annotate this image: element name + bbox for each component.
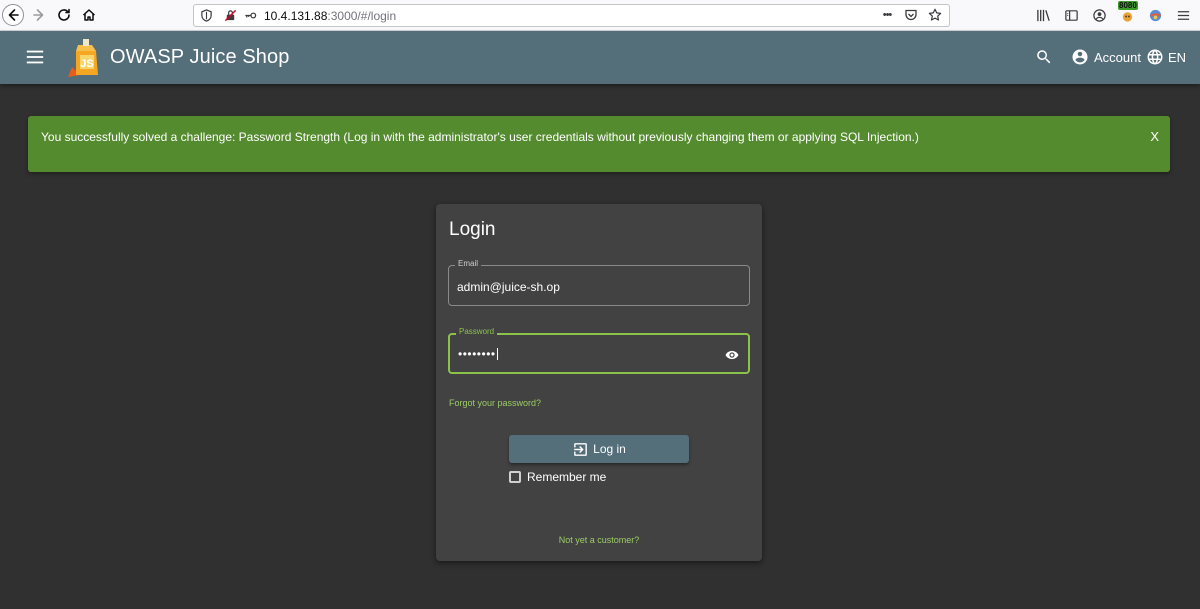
email-value[interactable]: admin@juice-sh.op [457,280,560,294]
library-icon[interactable] [1035,5,1052,25]
insecure-lock-icon[interactable] [222,8,238,24]
language-label: EN [1168,49,1187,65]
forward-button[interactable] [28,4,50,26]
juice-shop-logo[interactable]: JS [66,37,106,79]
search-button[interactable] [1033,46,1055,68]
password-label: Password [456,327,498,336]
language-button[interactable]: EN [1146,46,1186,68]
addon-icon[interactable] [1147,5,1164,25]
arrow-left-icon [8,9,19,21]
login-card: Login Email admin@juice-sh.op Password •… [436,204,762,561]
svg-text:JS: JS [80,58,93,70]
side-menu-icon[interactable] [24,46,46,68]
shield-icon[interactable] [198,8,214,24]
login-button-label: Log in [593,442,626,456]
forgot-password-link[interactable]: Forgot your password? [449,398,541,408]
account-circle-icon [1072,49,1088,65]
account-circle-icon[interactable] [1091,5,1108,25]
text-caret [496,348,498,360]
globe-icon [1147,49,1163,65]
password-value: •••••••• [458,347,496,361]
bookmark-star-icon[interactable] [927,7,943,23]
login-button[interactable]: Log in [509,435,689,463]
remember-me-checkbox[interactable]: Remember me [509,470,606,484]
checkbox-box[interactable] [509,471,521,483]
url-bar[interactable]: 10.4.131.88:3000/#/login ••• [193,4,950,27]
url-text[interactable]: 10.4.131.88:3000/#/login [264,9,396,23]
password-field[interactable]: Password •••••••• [448,327,750,374]
login-title: Login [449,219,496,240]
account-label: Account [1094,49,1141,65]
email-label: Email [455,259,482,268]
home-button[interactable] [78,4,100,26]
register-link[interactable]: Not yet a customer? [436,535,762,545]
back-button[interactable] [2,4,24,26]
email-field[interactable]: Email admin@juice-sh.op [448,259,750,306]
reload-button[interactable] [53,4,75,26]
arrow-right-icon [33,9,44,21]
pocket-icon[interactable] [903,7,919,23]
hamburger-menu-icon[interactable] [1175,5,1192,25]
home-icon [82,9,96,21]
addon-badge: 8080 [1118,1,1138,10]
challenge-solved-banner: You successfully solved a challenge: Pas… [28,116,1170,172]
url-host: 10.4.131.88 [264,8,328,23]
page-actions-icon[interactable]: ••• [879,7,895,23]
sidebar-icon[interactable] [1063,5,1080,25]
key-icon[interactable] [242,8,258,24]
url-path: :3000/#/login [327,8,397,23]
account-button[interactable]: Account [1071,46,1141,68]
login-icon [574,442,588,456]
proxy-addon-icon[interactable]: 8080 [1118,1,1138,25]
search-icon [1037,50,1051,64]
app-toolbar: JS OWASP Juice Shop Account EN [0,31,1200,84]
show-password-eye-icon[interactable] [725,348,739,362]
reload-icon [58,8,70,21]
app-title[interactable]: OWASP Juice Shop [110,46,289,69]
banner-close-button[interactable]: X [1150,129,1159,144]
password-value-wrap[interactable]: •••••••• [458,347,498,361]
remember-me-label: Remember me [527,470,607,484]
banner-message: You successfully solved a challenge: Pas… [41,130,919,144]
browser-toolbar: 10.4.131.88:3000/#/login ••• 8080 [0,0,1200,31]
